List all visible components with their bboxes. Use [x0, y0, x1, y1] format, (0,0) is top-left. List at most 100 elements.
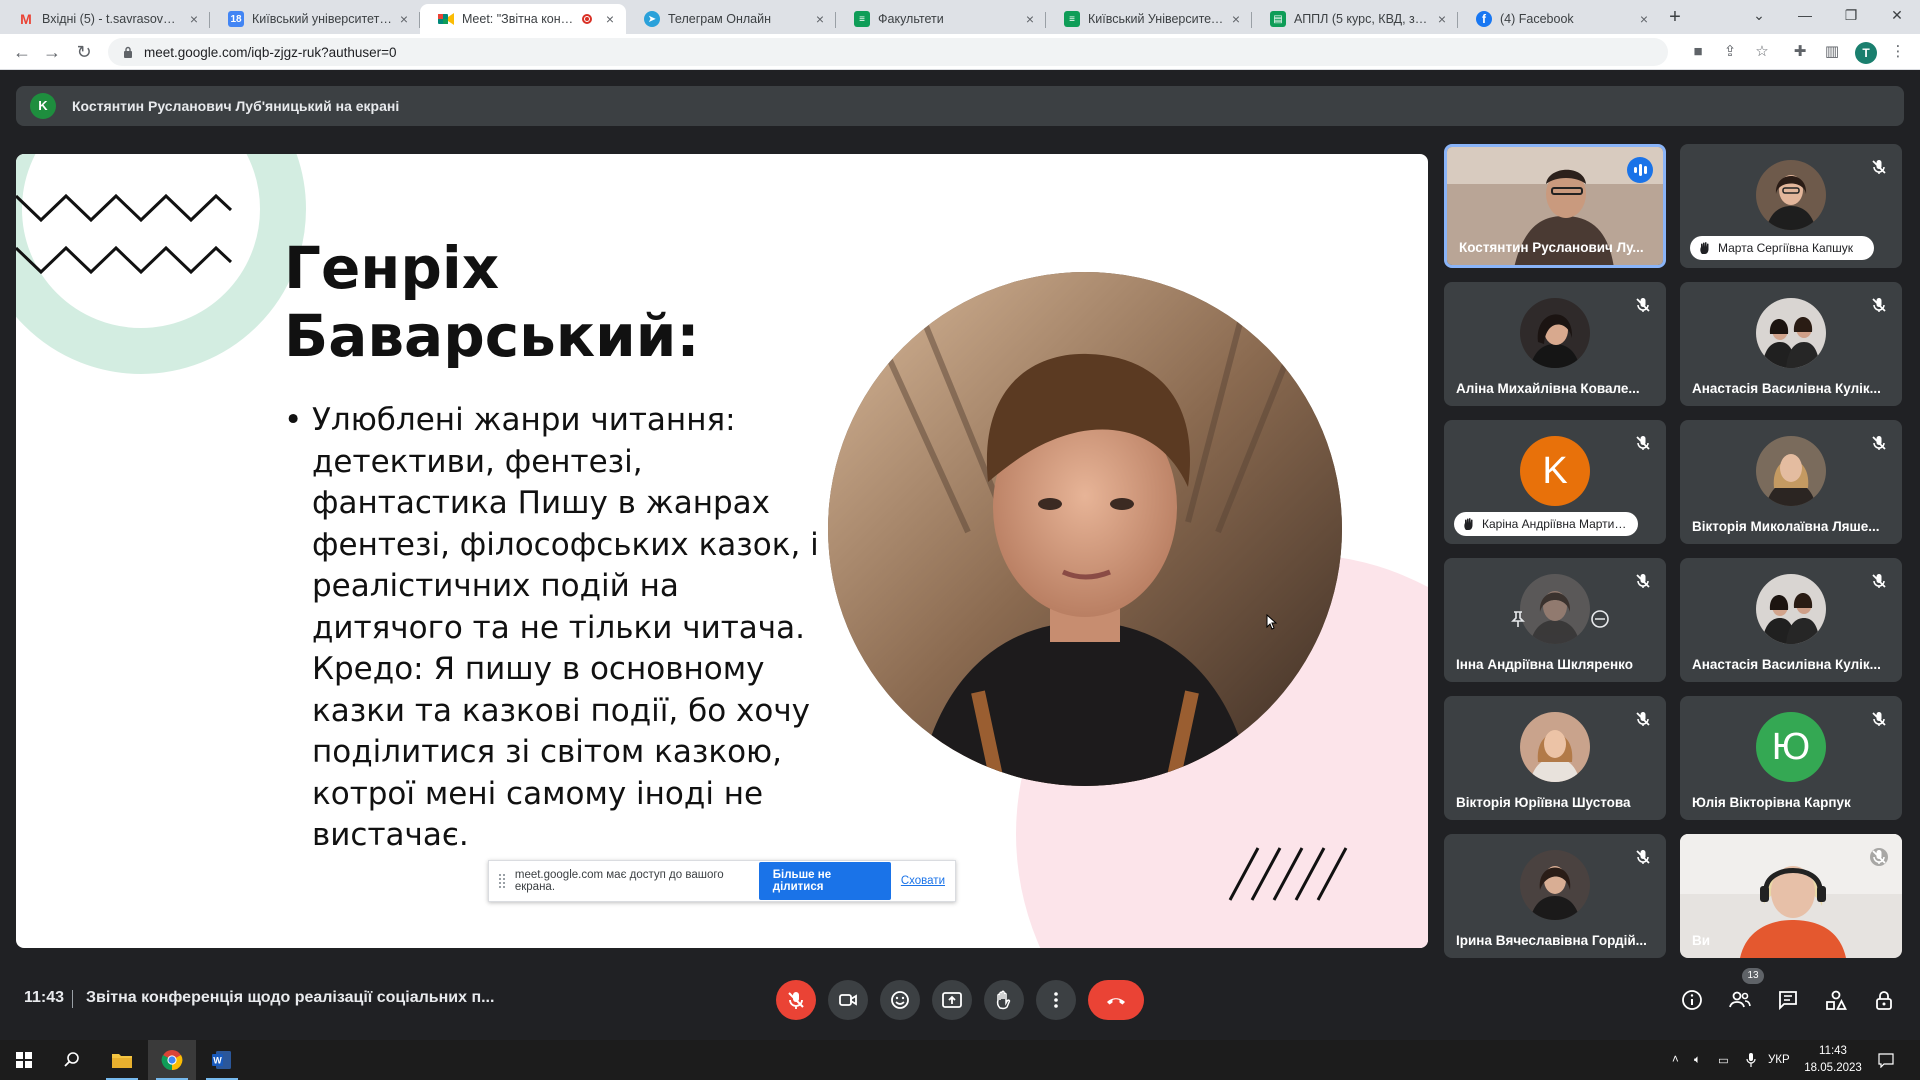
- hide-banner-link[interactable]: Сховати: [901, 875, 945, 887]
- more-options-button[interactable]: [1036, 980, 1076, 1020]
- mic-off-icon: [1872, 298, 1886, 312]
- tab-search-icon[interactable]: ⌄: [1736, 0, 1782, 30]
- participant-tile[interactable]: K Каріна Андріївна Мартич...: [1444, 420, 1666, 544]
- participant-name: Анастасія Василівна Кулік...: [1692, 381, 1881, 396]
- tab-faculties[interactable]: ≡ Факультети ×: [836, 4, 1046, 34]
- close-icon[interactable]: ×: [186, 11, 202, 27]
- camera-icon[interactable]: ■: [1688, 42, 1708, 62]
- extensions-icon[interactable]: ✚: [1790, 42, 1810, 62]
- side-panel-icon[interactable]: ▥: [1822, 42, 1842, 62]
- mic-off-icon: [788, 992, 804, 1009]
- search-icon: [64, 1052, 79, 1067]
- close-icon[interactable]: ×: [812, 11, 828, 27]
- tab-calendar[interactable]: 18 Київський університет іме ×: [210, 4, 420, 34]
- slide-portrait-image: [828, 272, 1342, 786]
- menu-icon[interactable]: ⋮: [1888, 42, 1908, 62]
- participant-tile[interactable]: Ю Юлія Вікторівна Карпук: [1680, 696, 1902, 820]
- file-explorer-button[interactable]: [98, 1040, 146, 1080]
- close-icon[interactable]: ×: [1022, 11, 1038, 27]
- back-button[interactable]: ←: [10, 40, 34, 64]
- participant-avatar: [1756, 160, 1826, 230]
- close-icon[interactable]: ×: [1636, 11, 1652, 27]
- mic-tray-icon[interactable]: [1746, 1040, 1760, 1080]
- close-icon[interactable]: ×: [396, 11, 412, 27]
- telegram-icon: ➤: [644, 11, 660, 27]
- tray-chevron-icon[interactable]: ˄: [1672, 1040, 1686, 1080]
- participant-tile[interactable]: Ірина Вячеславівна Гордій...: [1444, 834, 1666, 958]
- participant-avatar: [1756, 298, 1826, 368]
- minimize-button[interactable]: —: [1782, 0, 1828, 30]
- language-indicator[interactable]: УКР: [1768, 1040, 1798, 1080]
- presenter-avatar: K: [30, 93, 56, 119]
- participant-tile[interactable]: Марта Сергіївна Капшук: [1680, 144, 1902, 268]
- profile-avatar[interactable]: T: [1855, 42, 1877, 64]
- close-window-button[interactable]: ✕: [1874, 0, 1920, 30]
- host-controls-button[interactable]: [1872, 988, 1896, 1012]
- mic-off-icon: [1872, 436, 1886, 450]
- participant-tile[interactable]: Вікторія Юріївна Шустова: [1444, 696, 1666, 820]
- mic-off-icon: [1636, 850, 1650, 864]
- sites-icon: ≡: [854, 11, 870, 27]
- close-icon[interactable]: ×: [602, 11, 618, 27]
- mic-off-icon: [1872, 574, 1886, 588]
- svg-text:W: W: [213, 1056, 222, 1066]
- participant-avatar: [1756, 574, 1826, 644]
- participant-tile[interactable]: Анастасія Василівна Кулік...: [1680, 558, 1902, 682]
- leave-call-button[interactable]: [1088, 980, 1144, 1020]
- tab-facebook[interactable]: f (4) Facebook ×: [1458, 4, 1660, 34]
- stop-sharing-button[interactable]: Більше не ділитися: [758, 862, 891, 900]
- present-icon: [942, 992, 962, 1008]
- participant-tile[interactable]: Анастасія Василівна Кулік...: [1680, 282, 1902, 406]
- start-button[interactable]: [0, 1040, 48, 1080]
- present-screen-button[interactable]: [932, 980, 972, 1020]
- activities-button[interactable]: [1824, 988, 1848, 1012]
- participant-tile[interactable]: Аліна Михайлівна Ковале...: [1444, 282, 1666, 406]
- participant-avatar-letter: Ю: [1756, 712, 1826, 782]
- people-button[interactable]: [1728, 988, 1752, 1012]
- forward-button[interactable]: →: [40, 40, 64, 64]
- network-icon[interactable]: ▭: [1718, 1040, 1734, 1080]
- tab-meet[interactable]: Meet: "Звітна конфер ×: [420, 4, 626, 34]
- new-tab-button[interactable]: +: [1662, 5, 1688, 29]
- meeting-details-button[interactable]: [1680, 988, 1704, 1012]
- decor-zigzag: [16, 193, 233, 275]
- meeting-clock: 11:43: [24, 989, 65, 1006]
- bookmark-icon[interactable]: ☆: [1752, 42, 1772, 62]
- tab-gmail[interactable]: M Вхідні (5) - t.savrasova-viu ×: [0, 4, 210, 34]
- windows-icon: [16, 1052, 32, 1068]
- self-tile[interactable]: Ви: [1680, 834, 1902, 958]
- camera-toggle-button[interactable]: [828, 980, 868, 1020]
- tab-classroom[interactable]: ▤ АППЛ (5 курс, КВД, заочн ×: [1252, 4, 1458, 34]
- mic-toggle-button[interactable]: [776, 980, 816, 1020]
- search-button[interactable]: [48, 1040, 96, 1080]
- gmail-icon: M: [20, 11, 32, 27]
- lock-icon: [124, 46, 132, 58]
- volume-icon[interactable]: 🔈︎: [1694, 1040, 1710, 1080]
- participant-tile[interactable]: Вікторія Миколаївна Ляше...: [1680, 420, 1902, 544]
- mic-off-icon: [1870, 848, 1888, 866]
- tab-telegram[interactable]: ➤ Телеграм Онлайн ×: [626, 4, 836, 34]
- url-input[interactable]: meet.google.com/iqb-zjgz-ruk?authuser=0: [108, 38, 1668, 66]
- mic-off-icon: [1636, 712, 1650, 726]
- notifications-icon[interactable]: [1878, 1040, 1898, 1080]
- shared-screen: Генріх Баварський: Улюблені жанри читанн…: [16, 154, 1428, 948]
- tab-university[interactable]: ≡ Київський Університет ім ×: [1046, 4, 1252, 34]
- reload-button[interactable]: ↻: [72, 40, 96, 64]
- drag-handle-icon[interactable]: [499, 874, 505, 888]
- raise-hand-button[interactable]: [984, 980, 1024, 1020]
- close-icon[interactable]: ×: [1434, 11, 1450, 27]
- remove-icon[interactable]: [1590, 609, 1610, 629]
- close-icon[interactable]: ×: [1228, 11, 1244, 27]
- system-clock[interactable]: 11:43 18.05.2023: [1800, 1043, 1866, 1077]
- chrome-button[interactable]: [148, 1040, 196, 1080]
- word-button[interactable]: W: [198, 1040, 246, 1080]
- video-camera-icon: [839, 994, 857, 1006]
- participant-tile[interactable]: Інна Андріївна Шкляренко: [1444, 558, 1666, 682]
- reactions-button[interactable]: [880, 980, 920, 1020]
- share-icon[interactable]: ⇪: [1720, 42, 1740, 62]
- restore-button[interactable]: ❐: [1828, 0, 1874, 30]
- chat-button[interactable]: [1776, 988, 1800, 1012]
- emoji-icon: [891, 991, 909, 1009]
- participant-tile[interactable]: Костянтин Русланович Лу...: [1444, 144, 1666, 268]
- pin-icon[interactable]: [1510, 610, 1526, 628]
